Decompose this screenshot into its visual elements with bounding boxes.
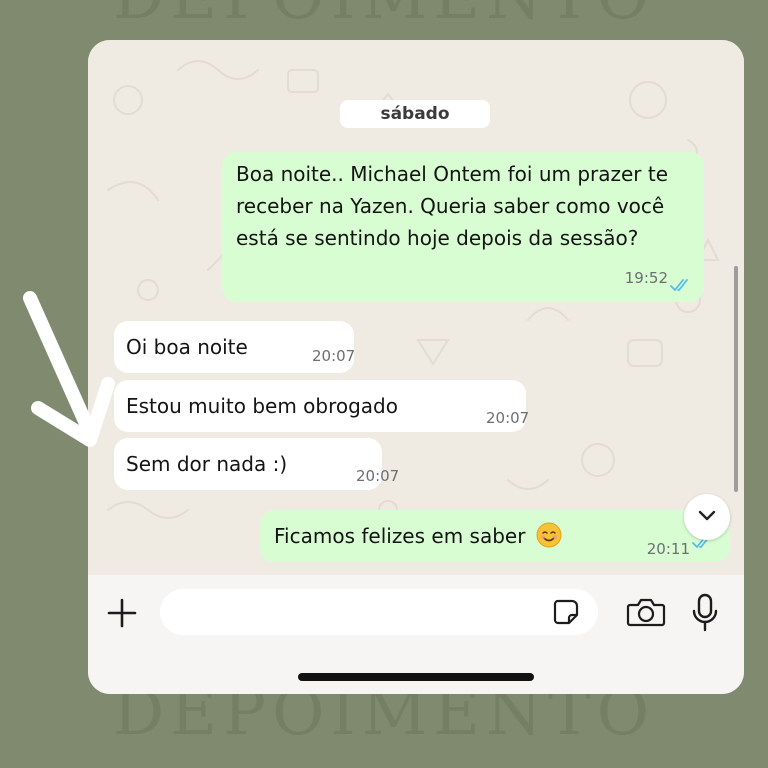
plus-icon[interactable] [106, 597, 138, 629]
scroll-to-bottom-button[interactable] [684, 494, 730, 540]
day-label: sábado [380, 104, 450, 124]
message-text: Boa noite.. Michael Ontem foi um prazer … [236, 162, 669, 250]
message-time: 20:11 [646, 540, 690, 558]
pointer-arrow-icon [23, 291, 115, 447]
camera-icon[interactable] [626, 596, 666, 628]
message-bubble-outgoing[interactable]: Ficamos felizes em saber 20:11 [260, 510, 730, 562]
message-bubble-incoming[interactable]: Estou muito bem obrogado 20:07 [114, 380, 530, 432]
sticker-icon[interactable] [552, 598, 580, 626]
message-bubble-incoming[interactable]: Sem dor nada :) 20:07 [114, 438, 399, 490]
watermark-top: DEPOIMENTO [0, 0, 768, 34]
message-input[interactable] [160, 589, 598, 635]
message-text: Estou muito bem obrogado [126, 394, 398, 418]
message-time: 20:07 [356, 467, 400, 485]
chevron-down-icon [698, 510, 716, 521]
watermark-text: DEPOIMENTO [113, 0, 655, 34]
message-time: 20:07 [486, 409, 530, 427]
chat-scrollbar[interactable] [734, 266, 738, 492]
day-separator: sábado [340, 100, 490, 128]
message-time: 20:07 [312, 347, 356, 365]
message-bubble-incoming[interactable]: Oi boa noite 20:07 [114, 321, 356, 373]
message-text: Sem dor nada :) [126, 452, 288, 476]
home-indicator[interactable] [298, 673, 534, 681]
message-composer [88, 575, 744, 694]
message-text: Ficamos felizes em saber [274, 524, 526, 548]
double-check-icon [670, 279, 688, 291]
chat-window: sábado Boa noite.. Michael Ontem foi um … [88, 40, 744, 694]
smiling-face-emoji-icon [536, 522, 562, 548]
microphone-icon[interactable] [692, 593, 718, 633]
message-text: Oi boa noite [126, 335, 248, 359]
message-bubble-outgoing[interactable]: Boa noite.. Michael Ontem foi um prazer … [222, 152, 704, 302]
message-time: 19:52 [624, 269, 668, 287]
